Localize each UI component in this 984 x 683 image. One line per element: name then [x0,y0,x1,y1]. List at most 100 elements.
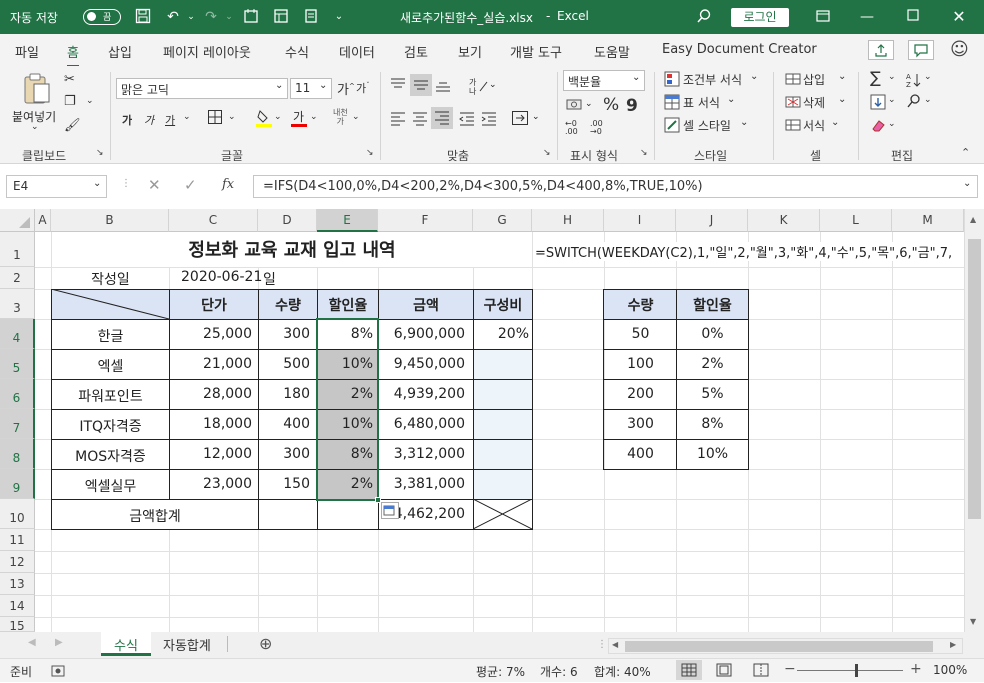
fill-icon[interactable] [870,94,886,113]
column-header-j[interactable]: J [676,209,748,232]
new-icon[interactable] [242,8,260,26]
currency-dropdown-icon[interactable]: ⌄ [585,99,593,109]
scroll-thumb[interactable] [625,641,933,652]
fill-color-icon[interactable] [256,108,272,132]
autosum-dropdown-icon[interactable]: ⌄ [888,72,896,82]
ribbon-display-icon[interactable] [814,8,832,26]
underline-icon[interactable]: 가 [165,112,175,128]
delete-cells-icon[interactable] [785,94,801,113]
increase-font-icon[interactable]: 가^ [337,79,355,98]
conditional-format-button[interactable]: 조건부 서식 [683,71,742,88]
align-bottom-icon[interactable] [434,76,452,97]
scroll-right-icon[interactable]: ▶ [950,640,956,649]
row-header-9[interactable]: 9 [0,469,35,499]
format-as-table-icon[interactable] [664,94,680,113]
find-select-dropdown-icon[interactable]: ⌄ [924,95,932,105]
decrease-indent-icon[interactable] [458,110,476,131]
clear-dropdown-icon[interactable]: ⌄ [888,119,896,129]
zoom-slider-track[interactable] [797,670,903,671]
comments-icon[interactable] [908,40,934,60]
number-launcher-icon[interactable]: ↘ [640,148,648,158]
align-center-icon[interactable] [411,110,429,131]
print-icon[interactable] [302,8,320,26]
underline-dropdown-icon[interactable]: ⌄ [183,112,191,122]
scroll-thumb[interactable] [968,239,981,519]
weekday-value[interactable]: 일 [263,269,276,289]
tab-help[interactable]: 도움말 [594,42,630,61]
column-header-a[interactable]: A [35,209,51,232]
tab-formulas[interactable]: 수식 [285,42,309,61]
italic-icon[interactable]: 가 [144,112,154,128]
column-header-c[interactable]: C [169,209,258,232]
sheet-tab-autosum[interactable]: 자동합계 [153,632,225,656]
sort-filter-icon[interactable]: AZ [906,72,922,91]
tab-home[interactable]: 홈 [67,42,79,68]
tab-review[interactable]: 검토 [404,42,428,61]
scroll-down-icon[interactable]: ▼ [970,617,976,626]
column-header-b[interactable]: B [51,209,169,232]
column-header-e[interactable]: E [317,209,378,232]
align-left-icon[interactable] [389,110,407,131]
paste-icon[interactable] [22,72,52,109]
paste-dropdown-icon[interactable]: ⌄ [31,122,39,132]
text-direction-dropdown-icon[interactable]: ⌄ [489,80,497,90]
zoom-out-icon[interactable]: − [784,661,796,677]
tab-view[interactable]: 보기 [458,42,482,61]
fill-color-dropdown-icon[interactable]: ⌄ [274,112,282,122]
comma-style-icon[interactable]: 9 [626,96,638,116]
font-color-dropdown-icon[interactable]: ⌄ [310,112,318,122]
tab-data[interactable]: 데이터 [339,42,375,61]
row-header-1[interactable]: 1 [0,232,35,267]
cut-icon[interactable]: ✂ [64,72,75,87]
share-icon[interactable] [868,40,894,60]
font-name-select[interactable]: 맑은 고딕 ⌄ [116,78,288,99]
row-header-5[interactable]: 5 [0,349,35,379]
tab-scroll-right-icon[interactable]: ▶ [55,637,63,648]
decrease-font-icon[interactable]: 가ˇ [356,80,370,96]
autosum-icon[interactable]: ∑ [870,68,881,87]
tab-page-layout[interactable]: 페이지 레이아웃 [163,42,251,61]
format-cells-button[interactable]: 서식 [803,117,825,134]
feedback-smiley-icon[interactable]: ☺ [950,39,969,60]
insert-cells-icon[interactable] [785,71,801,90]
maximize-icon[interactable] [904,8,922,26]
horizontal-scrollbar[interactable]: ◀ ▶ [608,638,963,654]
delete-cells-button[interactable]: 삭제 [803,94,825,111]
increase-decimal-icon[interactable]: ←0.00 [565,120,578,136]
clear-icon[interactable] [870,117,886,136]
expand-formula-icon[interactable]: ⌄ [963,178,971,189]
column-header-h[interactable]: H [532,209,604,232]
insert-function-icon[interactable]: fx [222,177,234,192]
borders-icon[interactable] [207,109,223,129]
copy-icon[interactable]: ❐ [64,94,76,109]
save-icon[interactable] [134,8,152,26]
row-header-10[interactable]: 10 [0,499,35,529]
bold-icon[interactable]: 가 [122,112,132,128]
date-value[interactable]: 2020-06-21 [181,269,262,285]
date-label[interactable]: 작성일 [52,269,169,289]
column-header-m[interactable]: M [892,209,964,232]
alignment-launcher-icon[interactable]: ↘ [543,148,551,158]
align-middle-icon[interactable] [410,74,432,96]
format-painter-icon[interactable]: 🖌 [64,118,81,133]
column-header-f[interactable]: F [378,209,473,232]
row-header-7[interactable]: 7 [0,409,35,439]
scroll-up-icon[interactable]: ▲ [970,215,976,224]
tab-insert[interactable]: 삽입 [108,42,132,61]
copy-dropdown-icon[interactable]: ⌄ [86,96,94,106]
merge-dropdown-icon[interactable]: ⌄ [532,112,540,122]
text-direction-icon[interactable]: 가나 [468,76,490,99]
undo-dropdown-icon[interactable]: ⌄ [182,8,200,26]
formula-input[interactable]: =IFS(D4<100,0%,D4<200,2%,D4<300,5%,D4<40… [253,175,978,198]
row-header-12[interactable]: 12 [0,551,35,573]
font-launcher-icon[interactable]: ↘ [366,148,374,158]
format-as-table-button[interactable]: 표 서식 [683,94,720,111]
undo-icon[interactable]: ↶ [164,8,182,26]
find-select-icon[interactable] [906,93,922,112]
confirm-entry-icon[interactable]: ✓ [184,176,197,194]
fill-dropdown-icon[interactable]: ⌄ [888,95,896,105]
phonetic-icon[interactable]: 내천 가 [333,108,348,126]
tab-scroll-left-icon[interactable]: ◀ [28,637,36,648]
conditional-format-icon[interactable] [664,71,680,90]
column-header-d[interactable]: D [258,209,317,232]
